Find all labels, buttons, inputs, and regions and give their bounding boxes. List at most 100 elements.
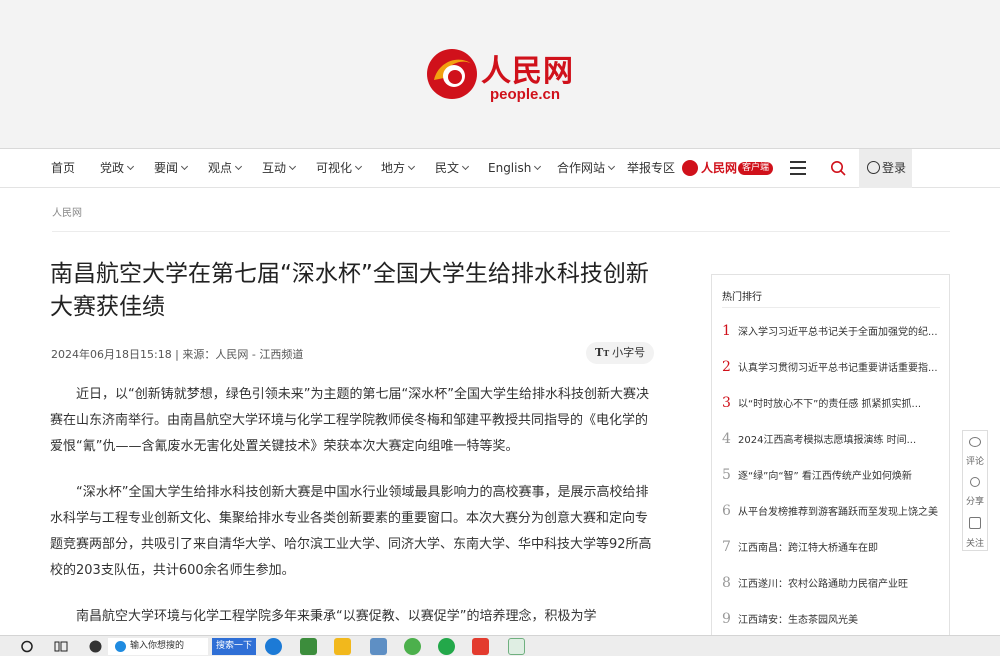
main-nav: 首页 党政 要闻 观点 互动 可视化 地方 民文 English 合作网站 举报… [0, 148, 1000, 188]
header-band: 人民网 people.cn [0, 0, 1000, 148]
article-paragraph: 近日，以“创新铸就梦想，绿色引领未来”为主题的第七届“深水杯”全国大学生给排水科… [50, 387, 649, 454]
start-circle-icon[interactable] [20, 639, 34, 654]
client-badge: 客户端 [738, 162, 774, 175]
hot-ranking-panel: 热门排行 1 深入学习习近平总书记关于全面加强党的纪... 2 认真学习贯彻习近平总… [711, 274, 950, 656]
hot-item[interactable]: 1 深入学习习近平总书记关于全面加强党的纪... [722, 320, 948, 340]
people-logo-emblem-icon [427, 49, 477, 99]
follow-label: 关注 [965, 539, 984, 549]
hot-item-text: 江西靖安：生态茶园风光美 [738, 615, 858, 626]
wps-office-icon[interactable] [472, 638, 489, 655]
nav-item-home[interactable]: 首页 [51, 149, 75, 188]
article-paragraph: 南昌航空大学环境与化学工程学院多年来秉承“以赛促教、以赛促学”的培养理念，积极为… [76, 609, 597, 624]
search-icon[interactable] [830, 160, 846, 176]
chevron-down-icon [461, 162, 470, 171]
browser-360-icon[interactable] [404, 638, 421, 655]
media-app-icon[interactable] [300, 638, 317, 655]
hot-item-text: 2024江西高考模拟志愿填报演练 时间... [738, 435, 917, 446]
hot-item[interactable]: 9 江西靖安：生态茶园风光美 [722, 608, 948, 628]
hot-rank: 3 [722, 395, 731, 411]
font-size-label: 小字号 [612, 346, 646, 359]
nav-label: 举报专区 [627, 161, 676, 175]
hot-title-divider [722, 307, 940, 308]
hot-item[interactable]: 8 江西遂川：农村公路通助力民宿产业旺 [722, 572, 948, 592]
logo-english-text: people.cn [490, 86, 561, 103]
comment-label: 评论 [965, 457, 984, 467]
hot-item[interactable]: 6 从平台发榜推荐到游客踊跃而至发现上饶之美 [722, 500, 948, 520]
logo-chinese-text: 人民网 [481, 54, 574, 89]
chevron-down-icon [126, 162, 135, 171]
nav-item-news[interactable]: 要闻 [154, 149, 189, 188]
nav-item-opinion[interactable]: 观点 [208, 149, 243, 188]
nav-label: 要闻 [154, 161, 179, 175]
article-title: 南昌航空大学在第七届“深水杯”全国大学生给排水科技创新大赛获佳绩 [50, 261, 649, 320]
store-app-icon[interactable] [370, 638, 387, 655]
hot-rank: 1 [722, 323, 731, 339]
hot-rank: 5 [722, 467, 731, 483]
article-body: 近日，以“创新铸就梦想，绿色引领未来”为主题的第七届“深水杯”全国大学生给排水科… [50, 382, 656, 650]
app-window-icon[interactable] [508, 638, 525, 655]
floating-side-tools: 评论 分享 关注 [962, 430, 988, 551]
nav-label: 民文 [435, 161, 460, 175]
login-button[interactable]: 登录 [859, 149, 912, 188]
font-size-toggle-button[interactable]: TT 小字号 [586, 342, 654, 364]
nav-item-partners[interactable]: 合作网站 [557, 149, 616, 188]
nav-item-local[interactable]: 地方 [381, 149, 416, 188]
nav-item-visual[interactable]: 可视化 [316, 149, 363, 188]
os-taskbar: 输入你想搜的 搜索一下 [0, 635, 1000, 656]
hot-item-text: 江西南昌：跨江特大桥通车在即 [738, 543, 878, 554]
chevron-down-icon [354, 162, 363, 171]
edge-search-icon [115, 641, 126, 652]
nav-label: 首页 [51, 161, 76, 175]
hot-rank: 4 [722, 431, 731, 447]
hot-item[interactable]: 5 逐“绿”向“智” 看江西传统产业如何焕新 [722, 464, 948, 484]
nav-label: English [488, 161, 532, 175]
login-label: 登录 [882, 161, 907, 175]
user-icon [867, 161, 880, 174]
hot-item-text: 深入学习习近平总书记关于全面加强党的纪... [738, 327, 938, 338]
follow-button[interactable]: 关注 [963, 511, 987, 551]
hot-item[interactable]: 3 以“时时放心不下”的责任感 抓紧抓实抓... [722, 392, 948, 412]
people-logo[interactable]: 人民网 people.cn [424, 44, 584, 106]
nav-label: 互动 [262, 161, 287, 175]
chevron-down-icon [607, 162, 616, 171]
share-button[interactable]: 分享 [963, 471, 987, 511]
text-size-icon: TT [595, 346, 610, 359]
nav-item-ethnic[interactable]: 民文 [435, 149, 470, 188]
hot-rank: 8 [722, 575, 731, 591]
wechat-icon[interactable] [438, 638, 455, 655]
file-explorer-icon[interactable] [334, 638, 351, 655]
hot-item-text: 认真学习贯彻习近平总书记重要讲话重要指... [738, 363, 938, 374]
nav-label: 合作网站 [557, 161, 606, 175]
article-meta: 2024年06月18日15:18 | 来源：人民网 - 江西频道 [51, 348, 304, 361]
taskbar-search-button[interactable]: 搜索一下 [212, 638, 256, 655]
hot-item-text: 以“时时放心不下”的责任感 抓紧抓实抓... [738, 399, 922, 410]
chevron-down-icon [234, 162, 243, 171]
hot-rank: 9 [722, 611, 731, 627]
nav-item-english[interactable]: English [488, 149, 542, 188]
hot-item[interactable]: 2 认真学习贯彻习近平总书记重要讲话重要指... [722, 356, 948, 376]
edge-browser-icon[interactable] [265, 638, 282, 655]
comment-button[interactable]: 评论 [963, 431, 987, 471]
hamburger-menu-icon[interactable] [790, 161, 806, 175]
hot-item-text: 逐“绿”向“智” 看江西传统产业如何焕新 [738, 471, 912, 482]
breadcrumb[interactable]: 人民网 [52, 204, 82, 219]
article-paragraph: “深水杯”全国大学生给排水科技创新大赛是中国水行业领域最具影响力的高校赛事，是展… [50, 485, 652, 578]
share-icon [970, 477, 980, 487]
nav-item-party[interactable]: 党政 [100, 149, 135, 188]
nav-item-report[interactable]: 举报专区 [627, 149, 675, 188]
widget-icon[interactable] [88, 639, 103, 654]
follow-icon [969, 517, 981, 529]
nav-label: 地方 [381, 161, 406, 175]
task-view-icon[interactable] [54, 639, 68, 654]
hot-item-text: 江西遂川：农村公路通助力民宿产业旺 [738, 579, 908, 590]
nav-label: 党政 [100, 161, 125, 175]
share-label: 分享 [965, 497, 984, 507]
breadcrumb-divider [52, 231, 950, 232]
hot-ranking-title: 热门排行 [722, 292, 762, 303]
hot-item[interactable]: 4 2024江西高考模拟志愿填报演练 时间... [722, 428, 948, 448]
nav-item-interact[interactable]: 互动 [262, 149, 297, 188]
hot-item[interactable]: 7 江西南昌：跨江特大桥通车在即 [722, 536, 948, 556]
hot-rank: 6 [722, 503, 731, 519]
chevron-down-icon [180, 162, 189, 171]
hot-rank: 7 [722, 539, 731, 555]
